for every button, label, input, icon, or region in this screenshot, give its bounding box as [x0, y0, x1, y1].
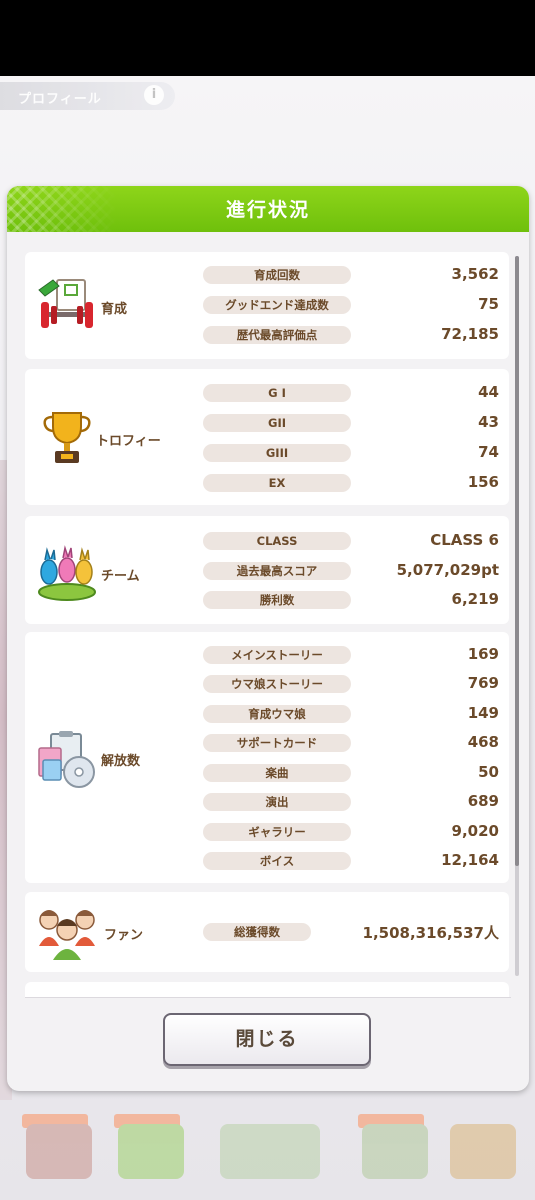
stat-label: ボイス: [203, 852, 351, 870]
scrollbar-thumb[interactable]: [515, 256, 519, 866]
training-icon: [38, 279, 93, 328]
section-category: チーム: [101, 569, 140, 584]
stat-value: 6,219: [451, 590, 499, 608]
stat-label: GIII: [203, 444, 351, 462]
nav-icon: [26, 1124, 92, 1179]
stat-label: ウマ娘ストーリー: [203, 675, 351, 693]
stat-value: 769: [467, 674, 499, 692]
help-icon[interactable]: i: [144, 85, 164, 105]
stat-row: GII 43: [203, 413, 499, 434]
stat-row: ウマ娘ストーリー 769: [203, 674, 499, 695]
stat-value: 44: [478, 383, 499, 401]
stat-label: GII: [203, 414, 351, 432]
section-category: 解放数: [101, 754, 141, 769]
section-category: トロフィー: [96, 434, 161, 449]
stat-row: ギャラリー 9,020: [203, 822, 499, 843]
stat-value: 149: [467, 704, 499, 722]
stat-value: CLASS 6: [430, 531, 499, 549]
stat-row: メインストーリー 169: [203, 645, 499, 666]
section-trophy: トロフィー G I 44 GII 43 GIII 74 EX 156: [25, 369, 509, 505]
stat-label: CLASS: [203, 532, 351, 550]
stat-value: 12,164: [441, 851, 499, 869]
stat-label: 過去最高スコア: [203, 562, 351, 580]
stat-row: 歴代最高評価点 72,185: [203, 325, 499, 346]
status-bar: [0, 0, 535, 76]
stat-row: 演出 689: [203, 792, 499, 813]
stat-label: 勝利数: [203, 591, 351, 609]
section-team: チーム CLASS CLASS 6 過去最高スコア 5,077,029pt 勝利…: [25, 516, 509, 624]
stat-value: 689: [467, 792, 499, 810]
unlock-icon: [38, 731, 95, 788]
stat-value: 72,185: [441, 325, 499, 343]
stat-value: 468: [467, 733, 499, 751]
stat-label: G I: [203, 384, 351, 402]
section-next: [25, 982, 509, 997]
stat-label: 育成ウマ娘: [203, 705, 351, 723]
nav-item[interactable]: [440, 1114, 526, 1194]
stat-label: ギャラリー: [203, 823, 351, 841]
scrollbar[interactable]: [515, 256, 519, 976]
nav-icon: [220, 1124, 320, 1179]
stats-scroll-area[interactable]: 育成 育成回数 3,562 グッドエンド達成数 75 歴代最高評価点 72,18…: [25, 252, 511, 997]
stat-value: 50: [478, 763, 499, 781]
stat-value: 3,562: [451, 265, 499, 283]
stat-row: CLASS CLASS 6: [203, 531, 499, 552]
stat-row: 勝利数 6,219: [203, 590, 499, 611]
stat-row: 過去最高スコア 5,077,029pt: [203, 561, 499, 582]
section-unlock: 解放数 メインストーリー 169 ウマ娘ストーリー 769 育成ウマ娘 149 …: [25, 632, 509, 883]
stat-row: サポートカード 468: [203, 733, 499, 754]
nav-item[interactable]: [352, 1114, 438, 1194]
nav-icon: [118, 1124, 184, 1179]
profile-tab-label: プロフィール: [18, 92, 102, 107]
section-training: 育成 育成回数 3,562 グッドエンド達成数 75 歴代最高評価点 72,18…: [25, 252, 509, 359]
stat-row: 育成ウマ娘 149: [203, 704, 499, 725]
stat-row: ボイス 12,164: [203, 851, 499, 872]
stat-label: メインストーリー: [203, 646, 351, 664]
stat-row: G I 44: [203, 383, 499, 404]
team-icon: [38, 545, 96, 601]
stat-label: 演出: [203, 793, 351, 811]
stat-row: 育成回数 3,562: [203, 265, 499, 286]
stat-value: 169: [467, 645, 499, 663]
divider: [25, 997, 511, 998]
stat-label: サポートカード: [203, 734, 351, 752]
dialog-header: 進行状況: [7, 186, 529, 232]
stat-row: グッドエンド達成数 75: [203, 295, 499, 316]
stat-label: 歴代最高評価点: [203, 326, 351, 344]
stat-row: GIII 74: [203, 443, 499, 464]
stat-value: 9,020: [451, 822, 499, 840]
nav-item[interactable]: [210, 1114, 330, 1194]
stat-label: グッドエンド達成数: [203, 296, 351, 314]
stat-value: 75: [478, 295, 499, 313]
progress-dialog: 進行状況 育成 育成回数 3,562 グッドエンド達成数 75 歴代最高評価点 …: [7, 186, 529, 1091]
stat-label: 楽曲: [203, 764, 351, 782]
close-button[interactable]: 閉じる: [163, 1013, 371, 1066]
stat-row: 総獲得数 1,508,316,537人: [203, 923, 499, 943]
section-category: 育成: [101, 302, 128, 317]
bottom-nav: [0, 1104, 535, 1200]
stat-value: 43: [478, 413, 499, 431]
profile-tab[interactable]: プロフィール i: [0, 82, 175, 110]
stat-label: 育成回数: [203, 266, 351, 284]
stat-value: 156: [467, 473, 499, 491]
stat-row: 楽曲 50: [203, 763, 499, 784]
stat-value: 74: [478, 443, 499, 461]
nav-item[interactable]: [108, 1114, 194, 1194]
section-fans: ファン 総獲得数 1,508,316,537人: [25, 892, 509, 972]
stat-label: 総獲得数: [203, 923, 311, 941]
fans-icon: [39, 910, 95, 960]
stat-value: 1,508,316,537人: [362, 924, 499, 942]
stat-value: 5,077,029pt: [396, 561, 499, 579]
stat-row: EX 156: [203, 473, 499, 494]
dialog-title: 進行状況: [225, 199, 310, 221]
stat-label: EX: [203, 474, 351, 492]
nav-item[interactable]: [16, 1114, 102, 1194]
nav-icon: [450, 1124, 516, 1179]
section-category: ファン: [104, 928, 144, 943]
trophy-icon: [43, 412, 91, 463]
nav-icon: [362, 1124, 428, 1179]
